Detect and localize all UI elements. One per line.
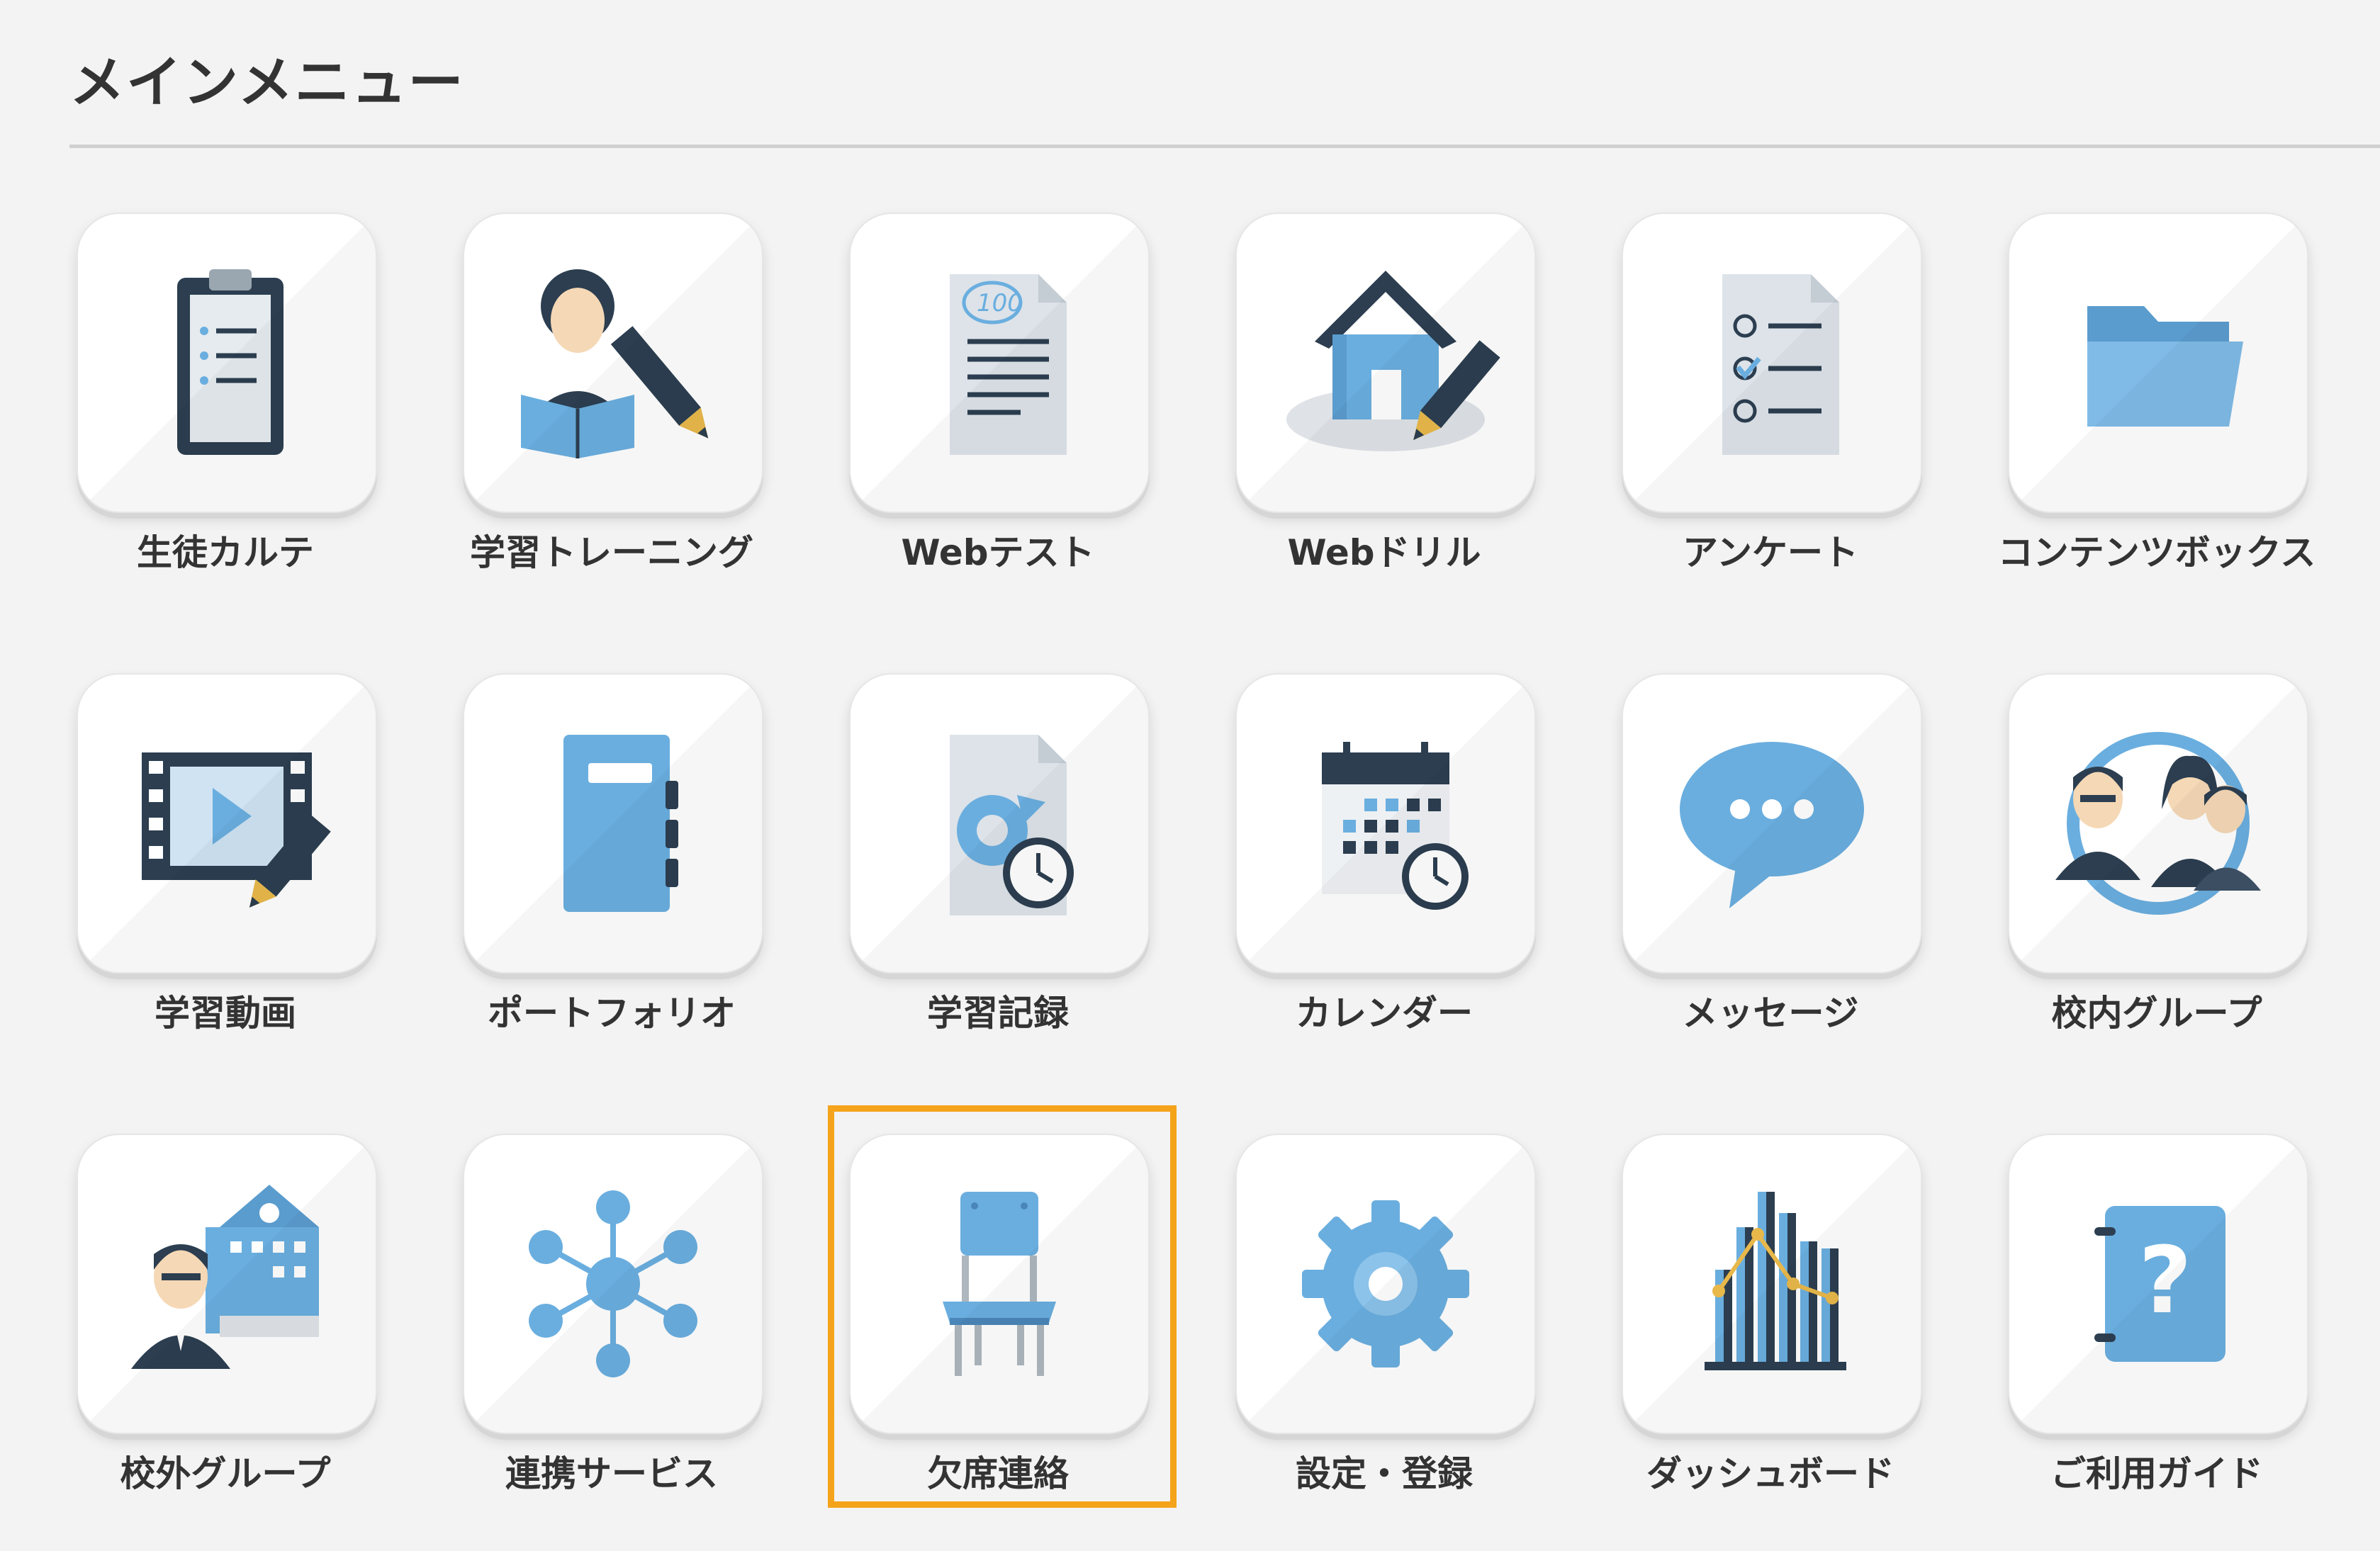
menu-item-learning-record[interactable]: 学習記録 — [842, 673, 1154, 1056]
menu-card[interactable]: ? — [2008, 1134, 2308, 1434]
svg-text:?: ? — [2138, 1226, 2191, 1334]
student-study-icon — [493, 242, 734, 483]
menu-item-student-karte[interactable]: 生徒カルテ — [69, 213, 381, 595]
menu-card[interactable] — [849, 1134, 1150, 1434]
gear-icon — [1265, 1163, 1506, 1404]
menu-item-label: 連携サービス — [505, 1453, 718, 1494]
menu-item-label: 学習動画 — [155, 993, 296, 1034]
menu-item-label: 校外グループ — [120, 1453, 331, 1494]
menu-item-learning-video[interactable]: 学習動画 — [69, 673, 381, 1056]
menu-item-portfolio[interactable]: ポートフォリオ — [456, 673, 768, 1056]
menu-item-label: Webドリル — [1287, 532, 1481, 573]
menu-card[interactable] — [1235, 1134, 1536, 1434]
menu-card[interactable] — [1235, 673, 1536, 974]
menu-card[interactable] — [77, 673, 377, 974]
svg-text:100: 100 — [977, 289, 1023, 317]
menu-item-label: ご利用ガイド — [2050, 1453, 2263, 1494]
menu-item-web-test[interactable]: 100 Webテスト — [842, 213, 1154, 595]
house-pencil-icon — [1265, 242, 1506, 483]
menu-item-contents-box[interactable]: コンテンツボックス — [1998, 213, 2316, 595]
menu-item-calendar[interactable]: カレンダー — [1228, 673, 1540, 1056]
menu-card[interactable] — [1622, 213, 1922, 513]
notebook-icon — [493, 703, 734, 944]
group-people-icon — [2038, 703, 2279, 944]
menu-card[interactable] — [849, 673, 1150, 974]
menu-card[interactable] — [1622, 1134, 1922, 1434]
menu-card[interactable] — [1622, 673, 1922, 974]
main-menu-grid: 生徒カルテ 学習トレーニング 100 Webテスト Webドリル アンケート コ… — [0, 0, 2380, 1551]
menu-card[interactable] — [463, 213, 763, 513]
menu-item-web-drill[interactable]: Webドリル — [1228, 213, 1540, 595]
bar-chart-icon — [1651, 1163, 1892, 1404]
menu-item-label: ポートフォリオ — [488, 993, 736, 1034]
menu-item-dashboard[interactable]: ダッシュボード — [1615, 1134, 1926, 1516]
menu-card[interactable] — [2008, 673, 2308, 974]
menu-item-message[interactable]: メッセージ — [1615, 673, 1926, 1056]
menu-item-user-guide[interactable]: ? ご利用ガイド — [2001, 1134, 2313, 1516]
network-hub-icon — [493, 1163, 734, 1404]
menu-item-learning-training[interactable]: 学習トレーニング — [456, 213, 768, 595]
video-film-icon — [106, 703, 347, 944]
menu-item-settings[interactable]: 設定・登録 — [1228, 1134, 1540, 1516]
menu-item-label: コンテンツボックス — [1997, 532, 2316, 573]
menu-item-label: 設定・登録 — [1296, 1453, 1473, 1494]
menu-item-label: 生徒カルテ — [137, 532, 314, 573]
menu-card[interactable]: 100 — [849, 213, 1150, 513]
menu-card[interactable] — [77, 1134, 377, 1434]
menu-item-survey[interactable]: アンケート — [1615, 213, 1926, 595]
school-building-person-icon — [106, 1163, 347, 1404]
menu-card[interactable] — [1235, 213, 1536, 513]
clipboard-icon — [106, 242, 347, 483]
menu-item-label: ダッシュボード — [1646, 1453, 1895, 1494]
menu-item-label: 欠席連絡 — [927, 1453, 1069, 1494]
menu-item-linked-services[interactable]: 連携サービス — [456, 1134, 768, 1516]
menu-item-label: アンケート — [1683, 532, 1858, 573]
folder-icon — [2038, 242, 2279, 483]
survey-checklist-icon — [1651, 242, 1892, 483]
menu-card[interactable] — [2008, 213, 2308, 513]
history-record-icon — [879, 703, 1120, 944]
chair-icon — [879, 1163, 1120, 1404]
menu-item-label: カレンダー — [1296, 993, 1473, 1034]
menu-item-label: Webテスト — [901, 532, 1095, 573]
menu-card[interactable] — [463, 673, 763, 974]
help-book-icon: ? — [2038, 1163, 2279, 1404]
menu-item-external-group[interactable]: 校外グループ — [69, 1134, 381, 1516]
menu-item-label: 校内グループ — [2051, 993, 2262, 1034]
chat-bubble-icon — [1651, 703, 1892, 944]
menu-item-absence-notice[interactable]: 欠席連絡 — [842, 1134, 1154, 1516]
test-paper-icon: 100 — [879, 242, 1120, 483]
menu-item-label: 学習記録 — [927, 993, 1069, 1034]
calendar-clock-icon — [1265, 703, 1506, 944]
menu-item-internal-group[interactable]: 校内グループ — [2001, 673, 2313, 1056]
menu-card[interactable] — [463, 1134, 763, 1434]
menu-item-label: メッセージ — [1682, 993, 1859, 1034]
menu-card[interactable] — [77, 213, 377, 513]
menu-item-label: 学習トレーニング — [470, 532, 753, 573]
